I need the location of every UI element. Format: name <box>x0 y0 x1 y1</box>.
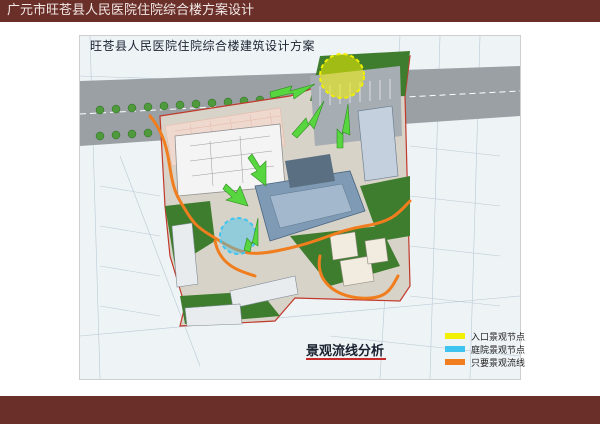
section-title: 景观流线分析 <box>306 340 386 360</box>
bottom-left-building <box>184 303 243 327</box>
legend-label-entrance: 入口景观节点 <box>471 332 526 343</box>
legend-swatch-flow-line <box>445 359 465 365</box>
legend: 入口景观节点 庭院景观节点 只要景观流线 <box>445 330 525 369</box>
header-title: 广元市旺苍县人民医院住院综合楼方案设计 <box>7 3 255 18</box>
section-title-text: 景观流线分析 <box>306 344 385 359</box>
footer-bar <box>0 396 600 424</box>
legend-item-flow-line: 只要景观流线 <box>445 356 526 369</box>
legend-swatch-courtyard <box>445 346 465 352</box>
legend-item-courtyard: 庭院景观节点 <box>445 343 526 356</box>
plan-title: 旺苍县人民医院住院综合楼建筑设计方案 <box>90 39 316 53</box>
legend-label-courtyard: 庭院景观节点 <box>471 345 526 356</box>
site-plan-map <box>79 35 521 380</box>
site-plan-panel <box>79 35 521 380</box>
legend-swatch-entrance <box>445 333 465 339</box>
entrance-landscape-node <box>319 53 365 99</box>
header-bar: 广元市旺苍县人民医院住院综合楼方案设计 <box>0 0 600 22</box>
right-slab-building <box>357 105 399 182</box>
legend-item-entrance: 入口景观节点 <box>445 330 526 343</box>
section-title-underline <box>306 358 386 360</box>
legend-label-flow-line: 只要景观流线 <box>471 358 526 369</box>
